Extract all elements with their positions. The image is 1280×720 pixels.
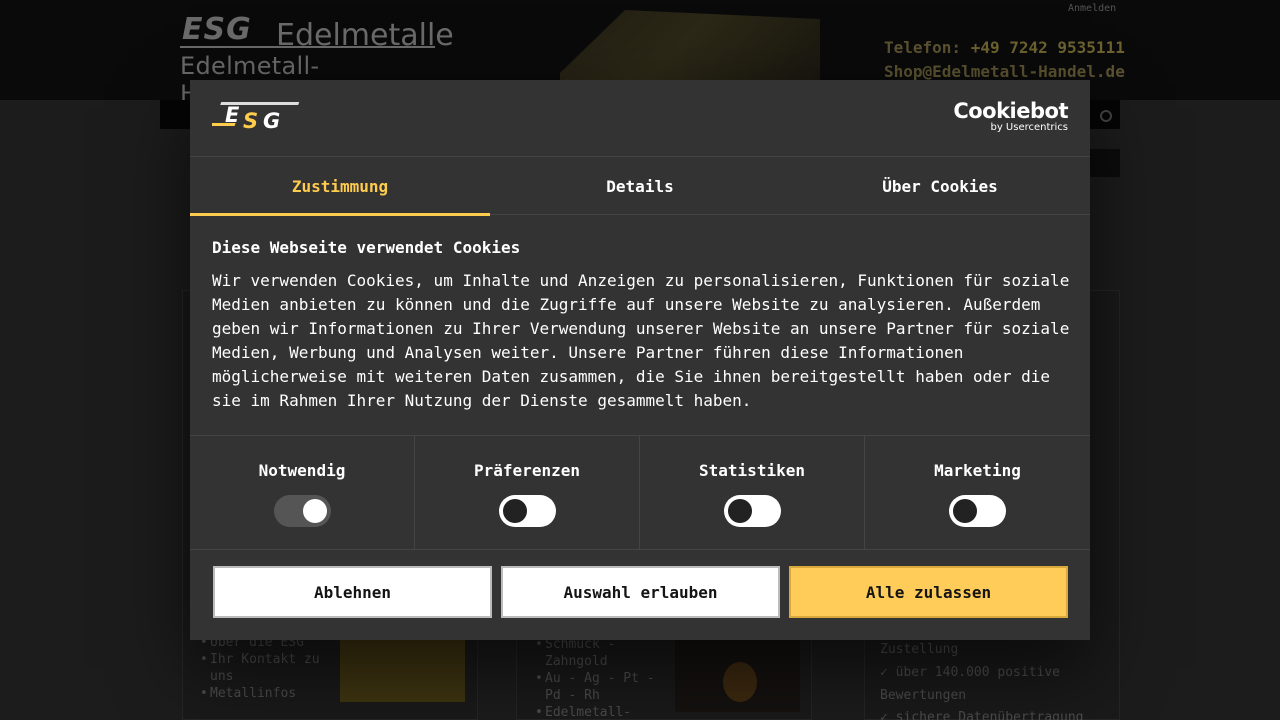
toggle-notwendig[interactable] (273, 495, 331, 527)
benefit-text: Bewertungen (880, 688, 967, 703)
cookie-consent-dialog: E S G Cookiebot by Usercentrics Zustimmu… (190, 80, 1090, 640)
toggle-knob (727, 499, 752, 523)
dialog-description: Wir verwenden Cookies, um Inhalte und An… (212, 271, 1070, 410)
toggle-knob (953, 499, 977, 523)
category-label: Notwendig (258, 461, 346, 480)
cookiebot-logo[interactable]: Cookiebot by Usercentrics (953, 100, 1068, 134)
toggle-knob (302, 499, 327, 523)
site-logo-esg: ESG (182, 12, 252, 47)
list-item[interactable]: Ihr Kontakt zu uns (200, 651, 325, 685)
dialog-body: Diese Webseite verwendet Cookies Wir ver… (212, 237, 1072, 413)
dialog-tabs: Zustimmung Details Über Cookies (190, 157, 1090, 216)
toggle-statistiken[interactable] (723, 495, 781, 527)
about-links: Über die ESG Ihr Kontakt zu uns Metallin… (200, 634, 325, 702)
dialog-actions: Ablehnen Auswahl erlauben Alle zulassen (213, 566, 1068, 618)
cookiebot-name: Cookiebot (953, 99, 1068, 123)
list-item[interactable]: Metallinfos (200, 685, 325, 702)
toggle-knob (502, 499, 527, 523)
category-notwendig: Notwendig (190, 436, 415, 549)
tab-details[interactable]: Details (490, 157, 790, 215)
category-praeferenzen: Präferenzen (415, 436, 640, 549)
allow-selection-button[interactable]: Auswahl erlauben (501, 566, 780, 618)
tab-ueber-cookies[interactable]: Über Cookies (790, 157, 1090, 215)
category-marketing: Marketing (865, 436, 1090, 549)
list-item[interactable]: Schmuck - Zahngold (535, 636, 670, 670)
site-logo[interactable]: ESG Edelmetalle Edelmetall-Handel.de (180, 12, 454, 108)
melting-image (675, 640, 800, 712)
header-email[interactable]: Shop@Edelmetall-Handel.de (884, 62, 1125, 81)
list-item[interactable]: Au - Ag - Pt - Pd - Rh (535, 670, 670, 704)
toggle-praeferenzen[interactable] (498, 495, 556, 527)
site-logo-divider (180, 46, 435, 48)
category-label: Präferenzen (474, 461, 580, 480)
benefit-text: Zustellung (880, 642, 959, 657)
reject-button[interactable]: Ablehnen (213, 566, 492, 618)
toggle-marketing[interactable] (949, 495, 1006, 527)
list-item[interactable]: Edelmetall- (535, 704, 670, 720)
dialog-header: E S G Cookiebot by Usercentrics (190, 80, 1090, 157)
benefit-text: ✓ über 140.000 positive (880, 665, 1061, 680)
gold-bar-image (340, 640, 465, 702)
material-links: Schmuck - Zahngold Au - Ag - Pt - Pd - R… (535, 636, 670, 720)
search-icon[interactable] (1100, 110, 1112, 122)
consent-categories: Notwendig Präferenzen Statistiken Market… (190, 435, 1090, 550)
esg-logo: E S G (212, 102, 300, 133)
esg-logo-s: S (243, 109, 258, 133)
benefit-text: ✓ sichere Datenübertragung (880, 710, 1084, 720)
dialog-title: Diese Webseite verwendet Cookies (212, 238, 521, 257)
cookiebot-sub: by Usercentrics (990, 122, 1068, 133)
category-label: Marketing (934, 461, 1021, 480)
header-phone: Telefon: +49 7242 9535111 (884, 38, 1125, 57)
phone-number[interactable]: +49 7242 9535111 (971, 38, 1125, 57)
allow-all-button[interactable]: Alle zulassen (789, 566, 1068, 618)
phone-label: Telefon: (884, 38, 962, 57)
esg-logo-g: G (263, 109, 280, 133)
login-link[interactable]: Anmelden (1068, 3, 1116, 14)
tab-zustimmung[interactable]: Zustimmung (190, 157, 490, 216)
category-statistiken: Statistiken (640, 436, 865, 549)
category-label: Statistiken (699, 461, 805, 480)
